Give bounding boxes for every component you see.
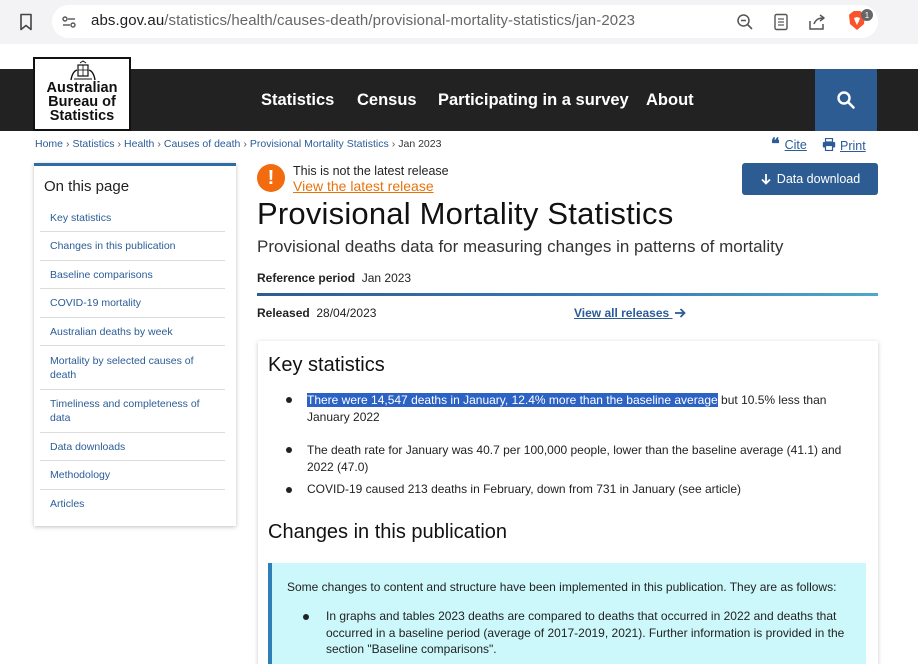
- sidebar-title: On this page: [44, 178, 130, 195]
- breadcrumb-home[interactable]: Home: [35, 138, 63, 150]
- page-title: Provisional Mortality Statistics: [257, 196, 674, 231]
- arrow-right-icon: [674, 308, 686, 318]
- breadcrumb-causes-of-death[interactable]: Causes of death: [164, 138, 240, 150]
- arrow-down-icon: [761, 174, 771, 185]
- site-info-icon[interactable]: [60, 13, 78, 31]
- url-domain: abs.gov.au: [91, 12, 165, 29]
- key-statistics-heading: Key statistics: [268, 354, 385, 376]
- sidebar-item-articles[interactable]: Articles: [40, 490, 225, 518]
- sidebar-item-methodology[interactable]: Methodology: [40, 461, 225, 490]
- on-this-page-nav: On this page Key statistics Changes in t…: [34, 163, 236, 526]
- sidebar-item-baseline[interactable]: Baseline comparisons: [40, 261, 225, 289]
- selected-text[interactable]: There were 14,547 deaths in January, 12.…: [307, 393, 718, 407]
- changes-intro: Some changes to content and structure ha…: [287, 580, 837, 594]
- key-stat-item: There were 14,547 deaths in January, 12.…: [307, 392, 867, 425]
- sidebar-item-changes[interactable]: Changes in this publication: [40, 232, 225, 261]
- release-date: Released 28/04/2023: [257, 306, 376, 320]
- warning-icon: !: [257, 164, 285, 192]
- data-download-label: Data download: [776, 172, 861, 186]
- bullet: [286, 447, 292, 453]
- quote-icon: ❝: [771, 134, 780, 153]
- bullet: [286, 397, 292, 403]
- key-stat-text: COVID-19 caused 213 deaths in February, …: [307, 482, 741, 496]
- view-all-releases-label: View all releases: [574, 306, 670, 320]
- sidebar-item-covid[interactable]: COVID-19 mortality: [40, 289, 225, 318]
- data-download-button[interactable]: Data download: [742, 163, 878, 195]
- cite-label: Cite: [784, 138, 807, 152]
- share-icon[interactable]: [807, 12, 827, 32]
- changes-item: In graphs and tables 2023 deaths are com…: [326, 609, 845, 656]
- nav-about[interactable]: About: [646, 91, 694, 110]
- reference-period-label: Reference period: [257, 271, 356, 285]
- sidebar-list: Key statistics Changes in this publicati…: [40, 204, 225, 518]
- breadcrumb-health[interactable]: Health: [124, 138, 154, 150]
- print-link[interactable]: Print: [822, 137, 866, 153]
- bookmark-icon[interactable]: [16, 11, 36, 33]
- site-search-button[interactable]: [815, 69, 877, 131]
- key-stat-item: COVID-19 caused 213 deaths in February, …: [307, 481, 867, 498]
- breadcrumb: Home › Statistics › Health › Causes of death › P…: [35, 138, 442, 150]
- abs-logo[interactable]: Australian Bureau of Statistics: [33, 57, 131, 131]
- logo-line: Statistics: [49, 108, 115, 124]
- nav-census[interactable]: Census: [357, 91, 417, 110]
- cite-link[interactable]: ❝ Cite: [771, 134, 807, 153]
- logo-text: Australian Bureau of Statistics: [35, 80, 129, 124]
- breadcrumb-current: Jan 2023: [398, 138, 442, 150]
- sidebar-item-key-statistics[interactable]: Key statistics: [40, 204, 225, 232]
- logo-line: Bureau of: [48, 94, 116, 110]
- search-icon: [837, 91, 855, 109]
- bullet: [303, 614, 309, 620]
- bullet: [286, 487, 292, 493]
- latest-release-link[interactable]: View the latest release: [293, 178, 434, 194]
- zoom-icon[interactable]: [735, 12, 755, 32]
- reference-period-value: Jan 2023: [361, 271, 412, 285]
- sidebar-item-data-downloads[interactable]: Data downloads: [40, 433, 225, 461]
- view-all-releases-link[interactable]: View all releases: [574, 306, 686, 320]
- key-stat-text: The death rate for January was 40.7 per …: [307, 443, 842, 474]
- breadcrumb-statistics[interactable]: Statistics: [73, 138, 115, 150]
- reader-mode-icon[interactable]: [771, 12, 791, 32]
- url-text[interactable]: abs.gov.au/statistics/health/causes-deat…: [91, 12, 635, 29]
- not-latest-notice: This is not the latest release: [293, 164, 449, 178]
- release-date-value: 28/04/2023: [316, 306, 377, 320]
- printer-icon: [822, 137, 836, 152]
- nav-statistics[interactable]: Statistics: [261, 91, 334, 110]
- sidebar-item-deaths-by-week[interactable]: Australian deaths by week: [40, 318, 225, 346]
- coat-of-arms-icon: [70, 60, 96, 81]
- sidebar-item-selected-causes[interactable]: Mortality by selected causes of death: [40, 346, 225, 390]
- header-divider: [257, 293, 878, 296]
- nav-participating[interactable]: Participating in a survey: [438, 91, 629, 110]
- print-label: Print: [840, 139, 866, 153]
- breadcrumb-provisional-mortality[interactable]: Provisional Mortality Statistics: [250, 138, 389, 150]
- sidebar-item-timeliness[interactable]: Timeliness and completeness of data: [40, 390, 225, 433]
- changes-heading: Changes in this publication: [268, 521, 508, 543]
- url-path: /statistics/health/causes-death/provisio…: [164, 12, 636, 29]
- reference-period: Reference period Jan 2023: [257, 271, 411, 285]
- page-subtitle: Provisional deaths data for measuring ch…: [257, 237, 784, 256]
- extension-badge: 1: [861, 9, 873, 21]
- release-date-label: Released: [257, 306, 310, 320]
- key-stat-item: The death rate for January was 40.7 per …: [307, 442, 867, 475]
- logo-line: Australian: [46, 80, 118, 96]
